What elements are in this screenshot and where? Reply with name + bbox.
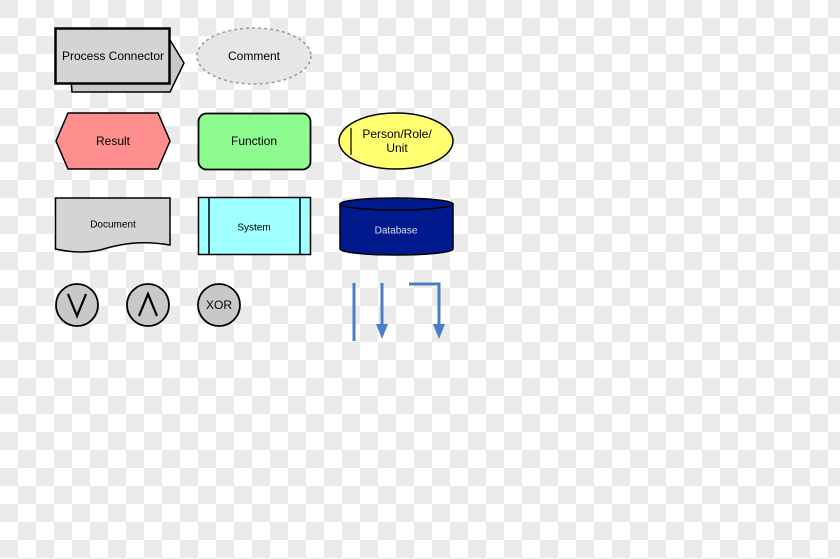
document-shape[interactable]: Document [54, 197, 171, 253]
arrow-head-icon [376, 324, 388, 339]
document-label: Document [90, 220, 136, 231]
straight-arrow-connector[interactable] [376, 283, 388, 339]
comment-shape[interactable]: Comment [196, 27, 312, 85]
elbow-arrow-connector[interactable] [409, 282, 445, 339]
or-operator[interactable] [55, 283, 99, 327]
person-role-unit-shape[interactable]: Person/Role/ Unit [338, 112, 454, 170]
xor-label: XOR [206, 298, 232, 312]
process-connector-shape[interactable]: Process Connector [54, 27, 185, 93]
comment-label: Comment [228, 49, 281, 63]
database-shape[interactable]: Database [339, 197, 454, 256]
person-label-line1: Person/Role/ [362, 127, 432, 141]
process-connector-label: Process Connector [62, 49, 164, 63]
and-operator[interactable] [126, 283, 170, 327]
arrow-head-icon [433, 324, 445, 339]
database-label: Database [375, 226, 418, 237]
result-label: Result [96, 134, 131, 148]
xor-operator[interactable]: XOR [197, 283, 241, 327]
result-shape[interactable]: Result [55, 112, 171, 170]
function-shape[interactable]: Function [197, 112, 312, 171]
system-label: System [237, 223, 270, 234]
system-shape[interactable]: System [197, 196, 312, 256]
epc-shape-palette: Process Connector Comment Result Functio… [54, 27, 454, 341]
function-label: Function [231, 134, 277, 148]
person-label-line2: Unit [386, 141, 408, 155]
